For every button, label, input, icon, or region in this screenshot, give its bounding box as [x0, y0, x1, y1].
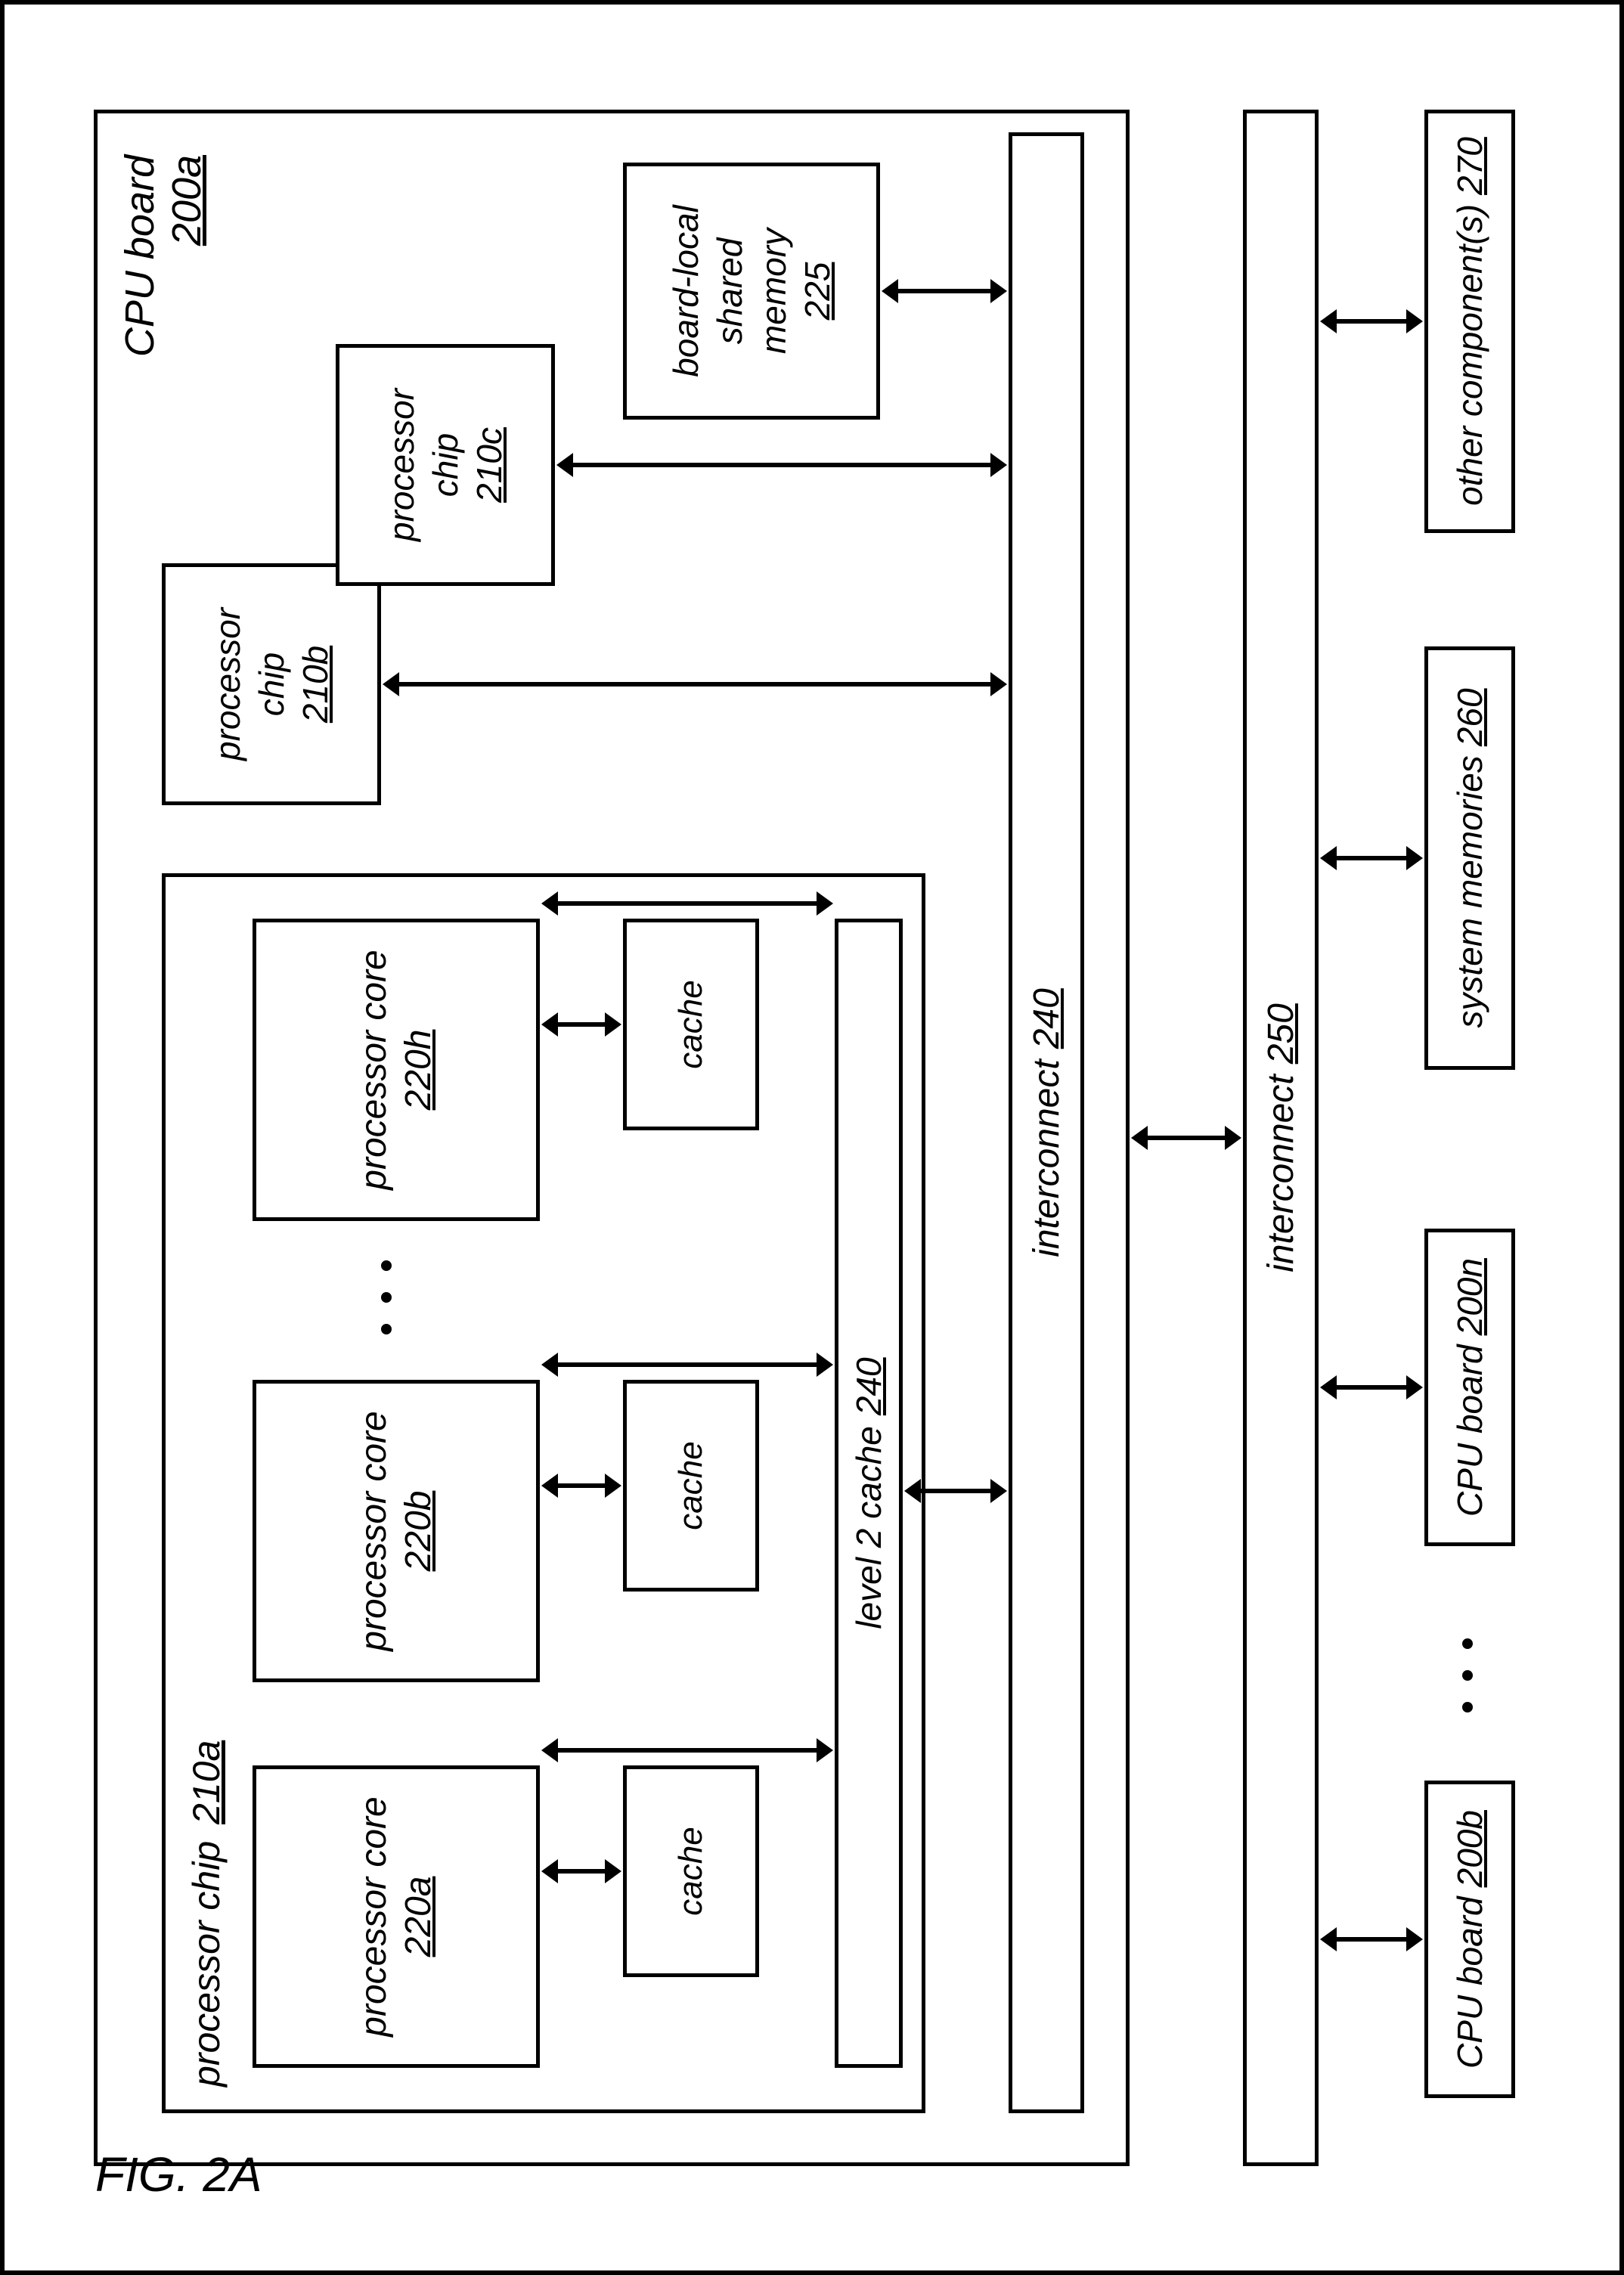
local-mem-l1: board-local	[665, 205, 706, 377]
figure-label: FIG. 2A	[95, 2146, 262, 2202]
cpu-board-n-text: CPU board	[1449, 1344, 1490, 1517]
l2-cache: level 2 cache 240	[835, 919, 903, 2068]
arrow-bot-d	[1334, 319, 1409, 324]
core-a: processor core220a	[253, 1765, 540, 2068]
proc-chip-c: processor chip 210c	[336, 344, 555, 586]
proc-chip-c-l1: processor	[381, 389, 422, 541]
proc-chip-c-ref: 210c	[469, 427, 510, 503]
proc-chip-b-ref: 210b	[295, 645, 336, 722]
proc-chip-b-l2: chip	[251, 652, 292, 715]
proc-chip-ref: 210a	[185, 1740, 228, 1824]
core-h-ref: 220h	[398, 1029, 439, 1110]
sys-mem-text: system memories	[1449, 755, 1490, 1027]
interconnect-bot-ref: 250	[1260, 1003, 1302, 1064]
proc-chip-c-l2: chip	[425, 432, 466, 496]
arrow-bot-c	[1334, 856, 1409, 860]
l1-h: level 1cache 230h	[623, 919, 759, 1130]
arrow-210b-ict	[396, 682, 993, 687]
core-a-line1: processor core	[353, 1796, 395, 2036]
local-mem-ref: 225	[797, 262, 838, 320]
interconnect-bot-text: interconnect	[1260, 1074, 1302, 1272]
arrow-210c-ict	[570, 463, 993, 467]
l1-a-line2: cache 230a	[672, 1827, 710, 1915]
local-mem: board-local shared memory 225	[623, 163, 880, 420]
core-h: processor core220h	[253, 919, 540, 1221]
arrow-core-l1-h	[555, 1022, 608, 1027]
core-h-line1: processor core	[353, 950, 395, 1189]
interconnect-top-text: interconnect	[1026, 1059, 1068, 1257]
proc-chip-label: processor chip 210a	[184, 1740, 228, 2086]
l1-b-line2: cache 230b	[672, 1441, 710, 1530]
arrow-bot-b	[1334, 1385, 1409, 1390]
arrow-core-l2-a	[555, 1748, 820, 1753]
local-mem-l3: memory	[753, 228, 794, 353]
cpu-board-ref: 200a	[163, 155, 210, 357]
arrow-board-ict250	[1145, 1136, 1228, 1140]
core-a-ref: 220a	[398, 1876, 439, 1957]
proc-chip-text: processor chip	[185, 1840, 228, 2086]
proc-chip-b-l1: processor	[207, 608, 248, 761]
core-b: processor core220b	[253, 1380, 540, 1682]
local-mem-l2: shared	[709, 237, 750, 344]
core-b-ref: 220b	[398, 1490, 439, 1571]
cpu-board-b: CPU board 200b	[1424, 1781, 1515, 2098]
core-b-line1: processor core	[353, 1411, 395, 1650]
cpu-board-b-text: CPU board	[1449, 1896, 1490, 2069]
l1-b: level 1cache 230b	[623, 1380, 759, 1592]
l2-ref: 240	[848, 1357, 889, 1415]
other-comp: other component(s) 270	[1424, 110, 1515, 533]
l1-h-line2: cache 230h	[672, 980, 710, 1068]
interconnect-bot: interconnect 250	[1243, 110, 1319, 2166]
arrow-l2-ict	[918, 1489, 993, 1493]
arrow-core-l2-h	[555, 901, 820, 906]
cpu-board-label: CPU board 200a	[116, 155, 210, 357]
l1-a: level 1cache 230a	[623, 1765, 759, 1977]
proc-chip-b: processor chip 210b	[162, 563, 381, 805]
bottom-ellipsis	[1462, 1638, 1473, 1712]
interconnect-top-ref: 240	[1026, 988, 1068, 1049]
sys-mem-ref: 260	[1449, 688, 1490, 746]
arrow-core-l2-b	[555, 1362, 820, 1367]
cpu-board-n-ref: 200n	[1449, 1258, 1490, 1335]
core-ellipsis	[381, 1260, 392, 1334]
cpu-board-text: CPU board	[116, 155, 163, 357]
arrow-core-l1-b	[555, 1483, 608, 1488]
sys-mem: system memories 260	[1424, 646, 1515, 1070]
arrow-bot-a	[1334, 1937, 1409, 1942]
other-comp-text: other component(s)	[1449, 203, 1490, 505]
other-comp-ref: 270	[1449, 137, 1490, 195]
cpu-board-n: CPU board 200n	[1424, 1229, 1515, 1546]
l2-text: level 2 cache	[848, 1426, 889, 1629]
interconnect-top: interconnect 240	[1009, 132, 1084, 2113]
arrow-core-l1-a	[555, 1869, 608, 1874]
cpu-board-b-ref: 200b	[1449, 1810, 1490, 1887]
arrow-locmem-ict	[895, 289, 993, 293]
